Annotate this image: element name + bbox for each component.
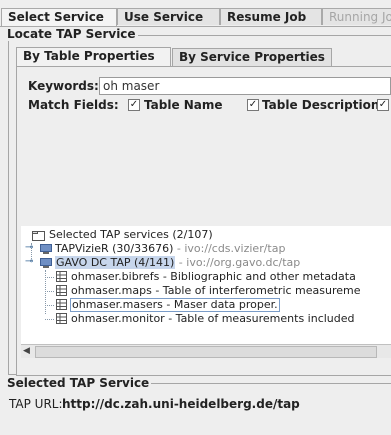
keywords-label: Keywords: (28, 79, 99, 93)
tree-service-gavo[interactable]: GAVO DC TAP (4/141) - ivo://org.gavo.dc/… (55, 256, 300, 270)
scroll-left-icon[interactable]: ◀ (23, 346, 30, 356)
tree-service-tapvizier[interactable]: TAPVizieR (30/33676) - ivo://cds.vizier/… (55, 242, 285, 256)
tree-connector (45, 291, 54, 292)
service-tree[interactable]: Selected TAP services (2/107) ⊸ TAPVizie… (21, 226, 391, 344)
scrollbar-thumb[interactable] (35, 346, 377, 358)
extra-field-checkbox[interactable]: ✓ (377, 99, 389, 111)
tab-select-service[interactable]: Select Service (1, 8, 117, 27)
service-name: GAVO DC TAP (4/141) (55, 256, 176, 269)
tab-resume-job[interactable]: Resume Job (220, 8, 322, 25)
folder-open-icon (32, 231, 45, 241)
tree-root-label[interactable]: Selected TAP services (2/107) (49, 228, 213, 242)
tree-connector (45, 319, 54, 320)
tap-url-label: TAP URL: (9, 397, 63, 411)
table-icon (56, 285, 67, 296)
table-icon (56, 271, 67, 282)
selected-group-title: Selected TAP Service (5, 376, 152, 390)
tree-table-maps[interactable]: ohmaser.maps - Table of interferometric … (71, 284, 361, 298)
table-name-checkbox[interactable]: ✓ (128, 99, 140, 111)
keywords-input[interactable] (99, 77, 391, 95)
match-fields-label: Match Fields: (28, 98, 119, 112)
service-ivo: - ivo://org.gavo.dc/tap (178, 256, 301, 269)
table-description-checkbox[interactable]: ✓ (247, 99, 259, 111)
monitor-icon (40, 244, 52, 254)
expand-handle-icon[interactable]: ⊸ (25, 256, 33, 267)
service-name: TAPVizieR (30/33676) (55, 242, 174, 255)
table-icon (56, 299, 67, 310)
table-name-label: Table Name (144, 98, 223, 112)
collapse-handle-icon[interactable]: ⊸ (25, 242, 33, 253)
tab-by-service-properties[interactable]: By Service Properties (172, 48, 332, 66)
tab-running-jobs[interactable]: Running Jo (322, 8, 391, 25)
tree-table-bibrefs[interactable]: ohmaser.bibrefs - Bibliographic and othe… (71, 270, 356, 284)
tree-horizontal-scrollbar[interactable]: ◀ (21, 344, 391, 358)
tab-use-service[interactable]: Use Service (117, 8, 220, 25)
tab-by-table-properties[interactable]: By Table Properties (16, 47, 171, 66)
tree-connector (45, 277, 54, 278)
table-icon (56, 313, 67, 324)
tree-table-monitor[interactable]: ohmaser.monitor - Table of measurements … (71, 312, 355, 326)
tap-url-field[interactable] (62, 396, 382, 412)
tree-connector (45, 305, 54, 306)
table-description-label: Table Description (262, 98, 380, 112)
locate-group-title: Locate TAP Service (5, 27, 138, 41)
tree-table-masers[interactable]: ohmaser.masers - Maser data proper. (70, 298, 280, 312)
monitor-icon (40, 258, 52, 268)
service-ivo: - ivo://cds.vizier/tap (176, 242, 286, 255)
